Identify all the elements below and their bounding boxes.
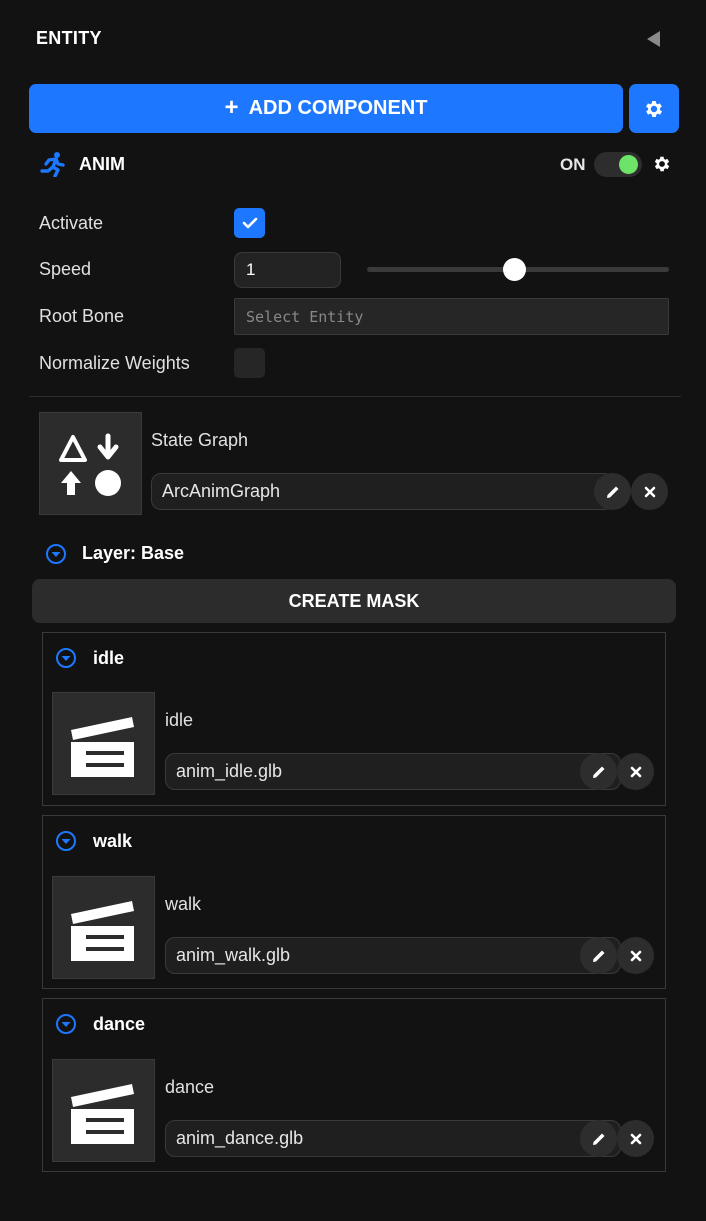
chevron-down-circle-icon[interactable] (55, 647, 77, 669)
normalize-weights-label: Normalize Weights (39, 353, 190, 373)
chevron-down-circle-icon[interactable] (55, 1013, 77, 1035)
gear-icon (646, 100, 662, 117)
panel-title: ENTITY (36, 28, 102, 48)
clip-title: walk (93, 831, 133, 851)
normalize-weights-checkbox[interactable] (234, 348, 265, 378)
root-bone-label: Root Bone (39, 306, 125, 326)
speed-slider-thumb[interactable] (503, 258, 527, 281)
clapperboard-icon (71, 1084, 134, 1144)
divider (29, 396, 681, 397)
clip-clear-button[interactable] (617, 937, 654, 974)
chevron-down-circle-icon[interactable] (45, 543, 67, 565)
create-mask-button[interactable]: CREATE MASK (32, 579, 676, 623)
add-component-label: ADD COMPONENT (248, 97, 428, 119)
pencil-icon (592, 1133, 604, 1145)
state-graph-edit-button[interactable] (594, 473, 631, 510)
clip-clear-button[interactable] (617, 1120, 654, 1157)
clip-clear-button[interactable] (617, 753, 654, 790)
state-graph-thumbnail[interactable] (39, 412, 142, 515)
clip-edit-button[interactable] (580, 753, 617, 790)
state-graph-clear-button[interactable] (631, 473, 668, 510)
enabled-label: ON (560, 155, 586, 174)
pencil-icon (606, 486, 618, 498)
root-bone-input[interactable]: Select Entity (234, 298, 669, 335)
pencil-icon (592, 766, 604, 778)
clip-title: dance (93, 1014, 146, 1034)
clip-thumbnail[interactable] (52, 692, 155, 795)
checkmark-icon (242, 217, 257, 229)
clapperboard-icon (71, 901, 134, 961)
close-icon (630, 1133, 641, 1144)
clip-label: walk (165, 894, 202, 914)
settings-button[interactable] (629, 84, 679, 133)
clip-label: dance (165, 1077, 215, 1097)
close-icon (630, 766, 641, 777)
chevron-down-circle-icon[interactable] (55, 830, 77, 852)
clip-label: idle (165, 710, 194, 730)
state-graph-field[interactable]: ArcAnimGraph (151, 473, 614, 510)
add-component-button[interactable]: + ADD COMPONENT (29, 84, 623, 133)
close-icon (630, 950, 641, 961)
close-icon (644, 486, 655, 497)
plus-icon: + (224, 93, 239, 121)
toggle-knob (619, 155, 638, 174)
clip-panel-walk: walk walk anim_walk.glb (42, 815, 666, 989)
shapes-icon (59, 433, 121, 496)
layer-title: Layer: Base (82, 543, 185, 563)
clip-panel-idle: idle idle anim_idle.glb (42, 632, 666, 806)
clip-file-field[interactable]: anim_walk.glb (165, 937, 621, 974)
activate-checkbox[interactable] (234, 208, 265, 238)
running-figure-icon (40, 152, 65, 177)
speed-label: Speed (39, 259, 92, 279)
collapse-triangle-icon[interactable] (646, 30, 662, 48)
clip-edit-button[interactable] (580, 1120, 617, 1157)
clip-file-field[interactable]: anim_idle.glb (165, 753, 621, 790)
clip-file-field[interactable]: anim_dance.glb (165, 1120, 621, 1157)
clapperboard-icon (71, 717, 134, 777)
enabled-toggle[interactable] (594, 152, 642, 177)
state-graph-label: State Graph (151, 430, 249, 450)
clip-edit-button[interactable] (580, 937, 617, 974)
activate-label: Activate (39, 213, 104, 233)
component-title: ANIM (79, 154, 125, 174)
pencil-icon (592, 950, 604, 962)
speed-input[interactable]: 1 (234, 252, 341, 288)
clip-panel-dance: dance dance anim_dance.glb (42, 998, 666, 1172)
clip-title: idle (93, 648, 125, 668)
component-gear-icon[interactable] (652, 154, 672, 174)
clip-thumbnail[interactable] (52, 876, 155, 979)
clip-thumbnail[interactable] (52, 1059, 155, 1162)
